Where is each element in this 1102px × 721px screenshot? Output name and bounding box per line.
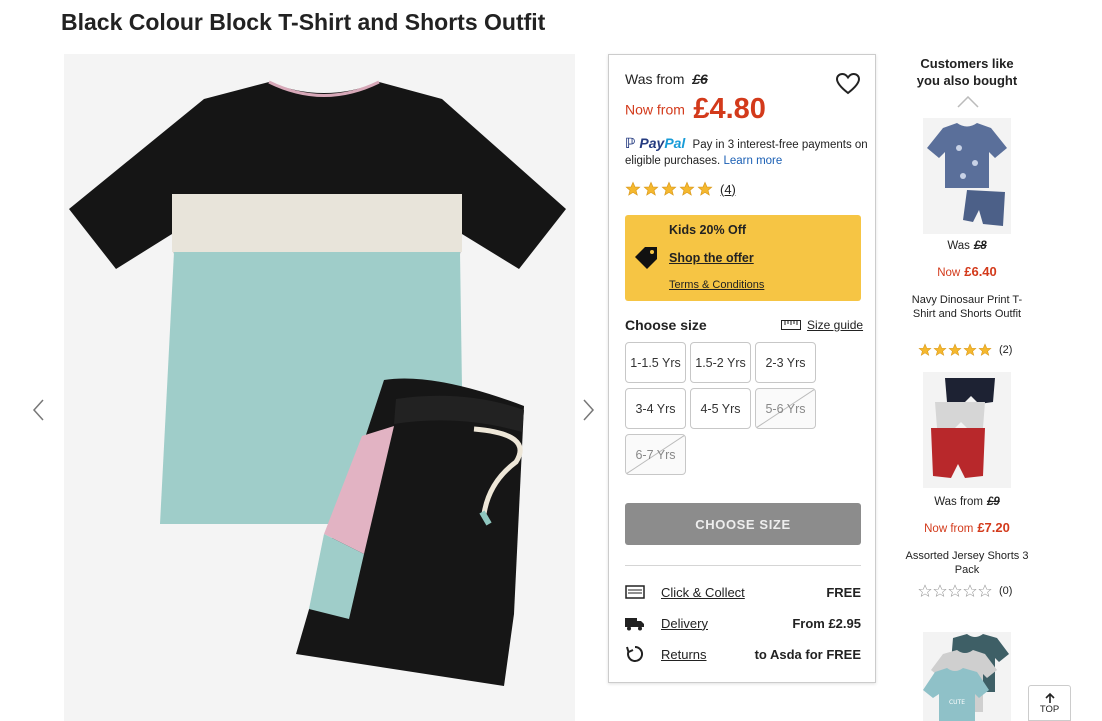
truck-icon xyxy=(625,618,644,631)
star-icon xyxy=(933,343,947,356)
size-option[interactable]: 1.5-2 Yrs xyxy=(690,342,751,383)
page-title: Black Colour Block T-Shirt and Shorts Ou… xyxy=(61,9,546,35)
delivery-row: Delivery From £2.95 xyxy=(625,612,861,634)
rating: (4) xyxy=(625,181,736,197)
now-price-value: £4.80 xyxy=(693,93,766,125)
size-option[interactable]: 2-3 Yrs xyxy=(755,342,816,383)
star-icon xyxy=(978,343,992,356)
star-empty-icon xyxy=(963,584,977,597)
size-option[interactable]: 1-1.5 Yrs xyxy=(625,342,686,383)
shop-offer-link[interactable]: Shop the offer xyxy=(669,251,754,265)
returns-icon xyxy=(626,645,644,662)
buy-box: Was from £6 Now from £4.80 ℙ PayPal Pay … xyxy=(608,54,876,683)
choose-size-label: Choose size xyxy=(625,317,707,333)
size-option[interactable]: 4-5 Yrs xyxy=(690,388,751,429)
star-empty-icon xyxy=(948,584,962,597)
paypal-message: ℙ PayPal Pay in 3 interest-free payments… xyxy=(625,135,870,169)
rec-rating: (2) xyxy=(918,343,1012,357)
svg-text:CUTE: CUTE xyxy=(949,699,965,706)
terms-conditions-link[interactable]: Terms & Conditions xyxy=(669,279,764,291)
rec-was-price: Was £8 xyxy=(947,240,987,252)
star-icon xyxy=(625,181,641,196)
returns-info: to Asda for FREE xyxy=(754,646,861,662)
star-icon xyxy=(679,181,695,196)
size-guide-link[interactable]: Size guide xyxy=(781,318,863,332)
review-count-link[interactable]: (4) xyxy=(720,182,736,197)
star-icon xyxy=(697,181,713,196)
chevron-left-icon xyxy=(32,399,44,421)
arrow-up-icon xyxy=(1044,692,1055,703)
delivery-link[interactable]: Delivery xyxy=(661,616,792,631)
star-empty-icon xyxy=(918,584,932,597)
now-price: Now from £4.80 xyxy=(625,93,766,126)
returns-link[interactable]: Returns xyxy=(661,647,755,662)
gallery-next-button[interactable] xyxy=(580,398,596,422)
star-icon xyxy=(963,343,977,356)
ruler-icon xyxy=(781,320,801,330)
rec-now-price: Now £6.40 xyxy=(937,264,997,279)
paypal-logo: ℙ PayPal xyxy=(625,135,686,151)
star-icon xyxy=(661,181,677,196)
chevron-right-icon xyxy=(583,399,595,421)
rec-now-price: Now from £7.20 xyxy=(924,520,1010,535)
back-to-top-button[interactable]: TOP xyxy=(1028,685,1071,721)
product-image[interactable] xyxy=(64,54,575,721)
star-icon xyxy=(918,343,932,356)
offer-title: Kids 20% Off xyxy=(669,223,747,237)
choose-size-button[interactable]: CHOOSE SIZE xyxy=(625,503,861,545)
now-label: Now from xyxy=(625,101,685,118)
top-label: TOP xyxy=(1039,703,1060,715)
size-option[interactable]: 3-4 Yrs xyxy=(625,388,686,429)
rec-rating: (0) xyxy=(918,584,1012,598)
star-icon xyxy=(948,343,962,356)
gallery-prev-button[interactable] xyxy=(31,398,47,422)
star-empty-icon xyxy=(978,584,992,597)
recommendations-title: Customers like you also bought xyxy=(916,56,1018,88)
size-option-unavailable[interactable]: 6-7 Yrs xyxy=(625,434,686,475)
size-guide-label: Size guide xyxy=(807,318,864,332)
store-icon xyxy=(625,585,645,599)
rec-product-name[interactable]: Navy Dinosaur Print T-Shirt and Shorts O… xyxy=(905,293,1029,321)
chevron-up-icon[interactable] xyxy=(957,96,979,108)
rec-review-count: (0) xyxy=(999,585,1013,597)
returns-row: Returns to Asda for FREE xyxy=(625,643,861,665)
recommendation-image[interactable] xyxy=(923,118,1011,234)
click-collect-row: Click & Collect FREE xyxy=(625,581,861,603)
outfit-illustration xyxy=(64,54,575,721)
rec-was-price: Was from £9 xyxy=(934,496,1000,508)
delivery-price: From £2.95 xyxy=(792,615,861,631)
click-collect-price: FREE xyxy=(826,584,861,600)
rec-product-name[interactable]: Assorted Jersey Shorts 3 Pack xyxy=(905,549,1029,577)
was-price-value: £6 xyxy=(692,71,708,87)
paypal-learn-more-link[interactable]: Learn more xyxy=(723,155,782,167)
recommendation-image[interactable]: CUTE xyxy=(923,632,1011,721)
divider xyxy=(625,565,861,566)
price-tag-icon xyxy=(635,247,657,269)
was-price: Was from £6 xyxy=(625,71,708,87)
click-collect-link[interactable]: Click & Collect xyxy=(661,585,826,600)
rec-review-count: (2) xyxy=(999,344,1013,356)
offer-banner: Kids 20% Off Shop the offer Terms & Cond… xyxy=(625,215,861,301)
heart-icon[interactable] xyxy=(835,72,861,96)
was-label: Was from xyxy=(625,71,685,87)
star-empty-icon xyxy=(933,584,947,597)
recommendation-image[interactable] xyxy=(923,372,1011,488)
size-option-unavailable[interactable]: 5-6 Yrs xyxy=(755,388,816,429)
star-icon xyxy=(643,181,659,196)
